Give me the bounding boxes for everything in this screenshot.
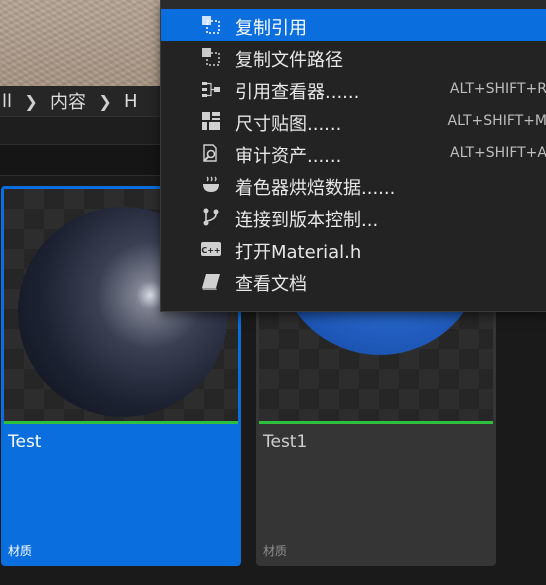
copy-reference-icon <box>202 16 220 34</box>
svg-text:C++: C++ <box>201 246 220 255</box>
menu-item-copy-reference[interactable]: 复制引用 <box>161 9 546 41</box>
asset-name: Test <box>8 432 42 452</box>
menu-item-audit-assets[interactable]: 审计资产...... ALT+SHIFT+A <box>161 137 546 169</box>
menu-item-label: 引用查看器...... <box>235 82 360 103</box>
menu-item-connect-source-control[interactable]: 连接到版本控制... <box>161 201 546 233</box>
menu-item-copy-file-path[interactable]: 复制文件路径 <box>161 41 546 73</box>
asset-type-label: 材质 <box>263 544 288 558</box>
menu-item-label: 着色器烘焙数据...... <box>235 178 396 199</box>
menu-item-label: 查看文档 <box>235 274 307 295</box>
asset-type-color-bar <box>259 421 493 424</box>
menu-item-size-map[interactable]: 尺寸贴图...... ALT+SHIFT+M <box>161 105 546 137</box>
menu-item-label: 打开Material.h <box>235 242 362 263</box>
shader-cook-icon <box>203 176 219 192</box>
asset-name: Test1 <box>263 432 308 452</box>
copy-file-path-icon <box>202 48 220 66</box>
size-map-icon <box>202 112 220 130</box>
breadcrumb-item[interactable]: ll <box>0 91 18 112</box>
documentation-icon <box>202 274 220 290</box>
menu-item-label: 尺寸贴图...... <box>235 114 342 135</box>
menu-item-shader-cook-data[interactable]: 着色器烘焙数据...... <box>161 169 546 201</box>
chevron-right-icon: ❯ <box>98 91 112 111</box>
menu-item-shortcut: ALT+SHIFT+R <box>449 81 546 97</box>
breadcrumb-item[interactable]: H <box>118 91 144 112</box>
menu-item-label: 复制文件路径 <box>235 50 343 71</box>
menu-item-label: 审计资产...... <box>235 146 342 167</box>
chevron-right-icon: ❯ <box>24 91 38 111</box>
menu-item-view-documentation[interactable]: 查看文档 <box>161 265 546 297</box>
asset-type-color-bar <box>4 421 238 424</box>
menu-item-label: 连接到版本控制... <box>235 210 379 231</box>
audit-assets-icon <box>203 144 217 162</box>
source-control-icon <box>203 208 219 226</box>
menu-item-shortcut: ALT+SHIFT+A <box>450 145 546 161</box>
asset-type-label: 材质 <box>8 544 33 558</box>
breadcrumb-item-content[interactable]: 内容 <box>44 88 92 114</box>
menu-item-label: 复制引用 <box>235 18 307 39</box>
menu-item-open-header[interactable]: C++ 打开Material.h <box>161 233 546 265</box>
cpp-header-icon: C++ <box>201 242 221 256</box>
menu-item-shortcut: ALT+SHIFT+M <box>447 113 546 129</box>
context-menu: 复制引用 复制文件路径 引用查看器...... ALT+SHIFT+R 尺寸贴图… <box>160 0 546 312</box>
menu-item-reference-viewer[interactable]: 引用查看器...... ALT+SHIFT+R <box>161 73 546 105</box>
menu-section-divider <box>161 0 546 9</box>
reference-viewer-icon <box>202 82 220 97</box>
